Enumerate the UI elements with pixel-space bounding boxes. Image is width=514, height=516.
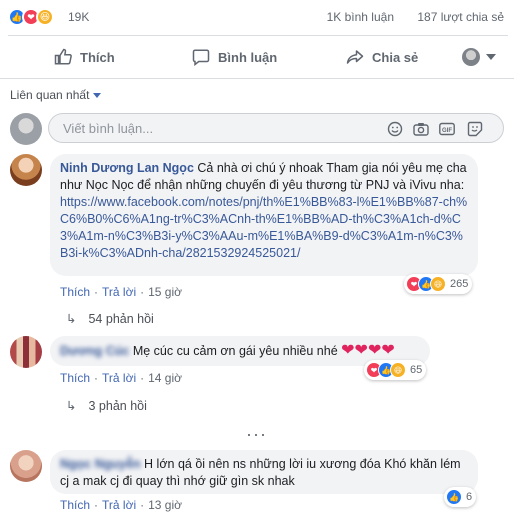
comment-time[interactable]: 14 giờ xyxy=(148,371,182,385)
sticker-icon[interactable] xyxy=(467,121,483,137)
reply-arrow-icon: ↳ xyxy=(66,399,77,413)
view-replies-link[interactable]: ↳ 54 phản hồi xyxy=(66,311,154,327)
reaction-icons[interactable]: 👍 ❤ 😆 xyxy=(8,8,54,26)
avatar[interactable] xyxy=(10,154,42,186)
like-button[interactable]: Thích xyxy=(54,44,115,70)
haha-reaction-icon: 😆 xyxy=(36,8,54,26)
comments-count-link[interactable]: 1K bình luận xyxy=(327,10,394,24)
haha-reaction-icon: 😆 xyxy=(430,276,446,292)
shares-count-link[interactable]: 187 lượt chia sẻ xyxy=(417,10,504,24)
avatar[interactable] xyxy=(10,450,42,482)
comment-reply-link[interactable]: Trả lời xyxy=(102,498,136,512)
comment-like-link[interactable]: Thích xyxy=(60,371,90,385)
audience-selector[interactable] xyxy=(462,48,496,66)
haha-reaction-icon: 😆 xyxy=(390,362,406,378)
comment-reactions-badge[interactable]: ❤ 👍 😆 65 xyxy=(364,360,427,380)
comment-input[interactable]: Viết bình luận... GIF xyxy=(48,113,504,143)
heart-emoji-icon: ❤❤❤❤ xyxy=(341,342,395,359)
comment-reply-link[interactable]: Trả lời xyxy=(102,285,136,299)
reaction-count: 265 xyxy=(450,278,469,290)
comment-meta: Thích · Trả lời · 14 giờ xyxy=(60,371,182,385)
comment-input-placeholder: Viết bình luận... xyxy=(63,121,154,136)
comment-meta: Thích · Trả lời · 13 giờ xyxy=(60,498,182,512)
sort-label: Liên quan nhất xyxy=(10,88,90,102)
reaction-count: 65 xyxy=(410,364,423,376)
gif-icon[interactable]: GIF xyxy=(439,121,455,137)
comment-button[interactable]: Bình luận xyxy=(192,44,277,70)
reaction-count: 6 xyxy=(466,491,473,503)
share-icon xyxy=(346,50,364,64)
comment-text: Mẹ cúc cu cảm ơn gái yêu nhiều nhé xyxy=(132,344,338,358)
more-comments-dots-icon[interactable]: ··· xyxy=(246,424,267,445)
comment-author[interactable]: Ngọc Nguyễn xyxy=(60,457,141,471)
comment-bubble: Ninh Dương Lan Ngọc Cả nhà ơi chú ý nhoa… xyxy=(50,154,478,276)
comment-like-link[interactable]: Thích xyxy=(60,285,90,299)
profile-avatar-icon xyxy=(462,48,480,66)
replies-count: 3 phản hồi xyxy=(88,398,147,413)
share-button-label: Chia sẻ xyxy=(372,49,419,65)
comment-time[interactable]: 13 giờ xyxy=(148,498,182,512)
comment-reactions-badge[interactable]: ❤ 👍 😆 265 xyxy=(404,274,473,294)
view-replies-link[interactable]: ↳ 3 phản hồi xyxy=(66,398,147,414)
chevron-down-icon xyxy=(486,54,496,60)
comment-icon xyxy=(192,49,210,66)
comment-button-label: Bình luận xyxy=(218,49,278,65)
comment-reactions-badge[interactable]: 👍 6 xyxy=(444,487,477,507)
svg-text:GIF: GIF xyxy=(442,128,452,134)
comment-link[interactable]: https://www.facebook.com/notes/pnj/th%E1… xyxy=(60,195,467,260)
comment-author[interactable]: Dương Cúc xyxy=(60,344,129,358)
emoji-icon[interactable] xyxy=(387,121,403,137)
post-stats-bar: 👍 ❤ 😆 19K 1K bình luận 187 lượt chia sẻ xyxy=(0,0,514,32)
reaction-count[interactable]: 19K xyxy=(68,10,89,24)
share-button[interactable]: Chia sẻ xyxy=(346,44,418,70)
comment-meta: Thích · Trả lời · 15 giờ xyxy=(60,285,182,299)
comment-reply-link[interactable]: Trả lời xyxy=(102,371,136,385)
avatar[interactable] xyxy=(10,113,42,145)
camera-icon[interactable] xyxy=(413,121,429,137)
comment-bubble: Ngọc Nguyễn H lớn qá ồi nên ns những lời… xyxy=(50,450,478,494)
comment-sort-dropdown[interactable]: Liên quan nhất xyxy=(10,88,102,102)
divider xyxy=(0,78,514,79)
like-button-label: Thích xyxy=(80,49,115,65)
divider xyxy=(8,35,508,36)
replies-count: 54 phản hồi xyxy=(88,311,154,326)
caret-down-icon xyxy=(93,92,102,98)
comment-time[interactable]: 15 giờ xyxy=(148,285,182,299)
comment-author[interactable]: Ninh Dương Lan Ngọc xyxy=(60,161,194,175)
like-reaction-icon: 👍 xyxy=(446,489,462,505)
avatar[interactable] xyxy=(10,336,42,368)
comment-like-link[interactable]: Thích xyxy=(60,498,90,512)
reply-arrow-icon: ↳ xyxy=(66,312,77,326)
thumbs-up-icon xyxy=(54,48,72,65)
